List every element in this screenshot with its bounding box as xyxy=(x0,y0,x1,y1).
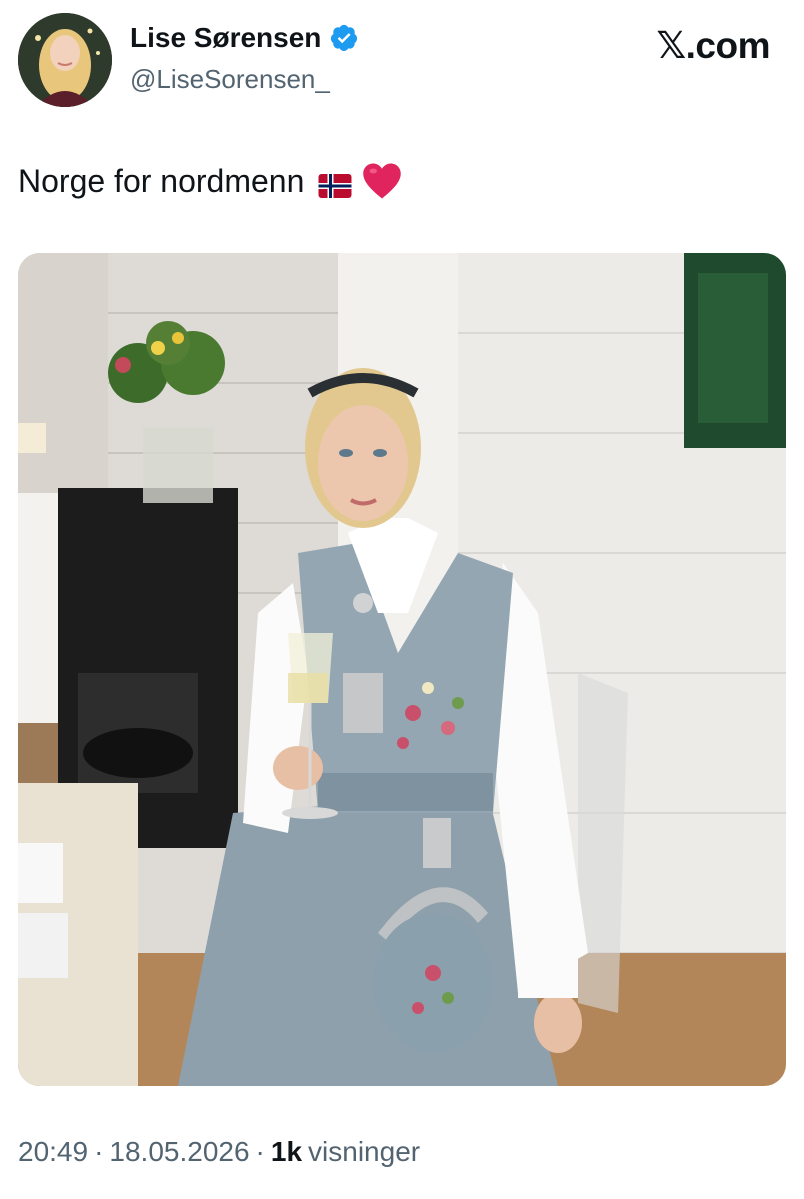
meta-separator: · xyxy=(255,1136,265,1167)
verified-badge-icon xyxy=(329,23,359,53)
views-label: visninger xyxy=(308,1136,421,1167)
meta-separator: · xyxy=(94,1136,104,1167)
tweet-time[interactable]: 20:49 xyxy=(18,1136,88,1168)
author-name-row[interactable]: Lise Sørensen xyxy=(130,22,359,54)
views-count: 1k xyxy=(270,1136,303,1167)
tweet-text: Norge for nordmenn xyxy=(18,162,402,200)
x-brand-logo: 𝕏.com xyxy=(656,25,770,66)
avatar[interactable] xyxy=(18,13,112,107)
norway-flag-icon xyxy=(318,169,352,198)
author-handle[interactable]: @LiseSorensen_ xyxy=(130,64,330,95)
tweet-meta: 20:49 · 18.05.2026 · 1k visninger xyxy=(18,1136,420,1168)
display-name[interactable]: Lise Sørensen xyxy=(130,22,321,54)
red-heart-icon xyxy=(362,162,402,200)
tweet-photo[interactable] xyxy=(18,253,786,1086)
tweet-text-content: Norge for nordmenn xyxy=(18,162,305,199)
avatar-image xyxy=(18,13,112,107)
tweet-date[interactable]: 18.05.2026 xyxy=(109,1136,249,1168)
photo-image xyxy=(18,253,786,1086)
